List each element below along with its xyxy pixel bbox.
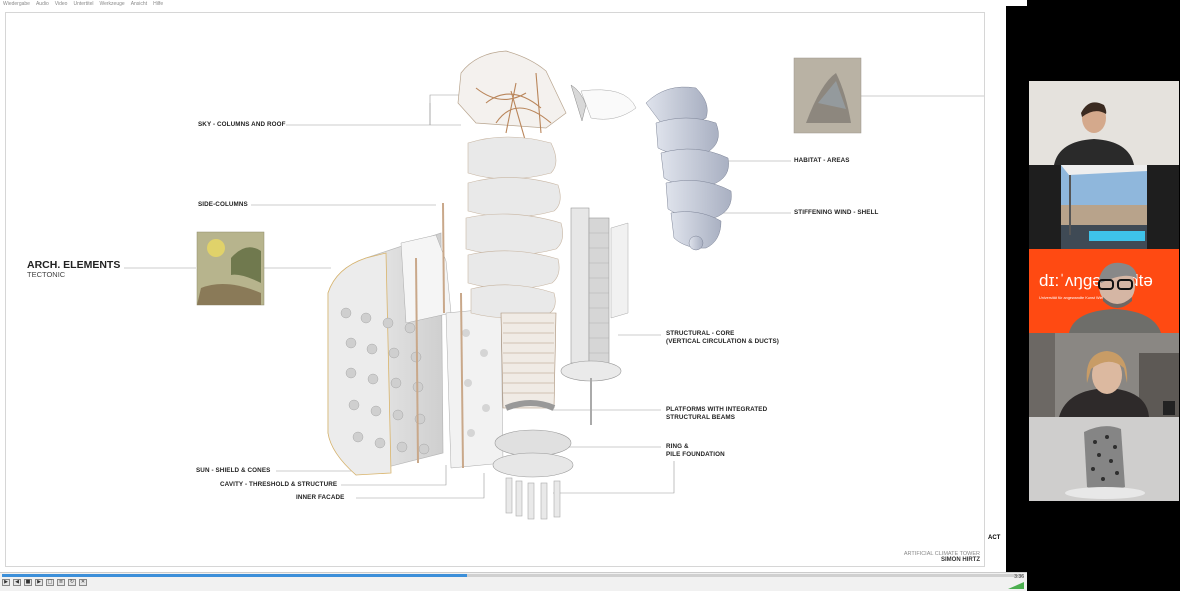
participant-tile-3[interactable]: dɪ:ˈʌŋɡəvandtə Universität für angewandt… xyxy=(1029,249,1179,333)
slide-subtitle: TECTONIC xyxy=(27,270,66,279)
label-cavity-threshold: CAVITY - THRESHOLD & STRUCTURE xyxy=(220,481,338,488)
label-structural-core-detail: (VERTICAL CIRCULATION & DUCTS) xyxy=(666,337,779,345)
shuffle-icon[interactable]: ✕ xyxy=(79,579,87,586)
label-pile-foundation: PILE FOUNDATION xyxy=(666,450,725,458)
label-ring: RING & xyxy=(666,443,689,450)
menu-item-view[interactable]: Ansicht xyxy=(131,0,147,8)
app: Wiedergabe Audio Video Untertitel Werkze… xyxy=(0,0,1180,591)
label-side-columns: SIDE-COLUMNS xyxy=(198,201,248,208)
participant-video-1 xyxy=(1029,81,1179,165)
label-platforms: PLATFORMS WITH INTEGRATED xyxy=(666,406,768,413)
label-sky-columns-roof: SKY - COLUMNS AND ROOF xyxy=(198,121,286,128)
tower-exploded-diagram xyxy=(124,50,984,520)
menu-item-audio[interactable]: Audio xyxy=(36,0,49,8)
player-menubar: Wiedergabe Audio Video Untertitel Werkze… xyxy=(0,0,1006,8)
menu-item-video[interactable]: Video xyxy=(55,0,68,8)
participant-video-2 xyxy=(1029,165,1179,249)
playback-time: 3:36 xyxy=(1014,574,1024,580)
participant-video-4 xyxy=(1029,333,1179,417)
reference-image-tectonic xyxy=(196,231,265,306)
label-inner-facade: INNER FACADE xyxy=(296,494,345,501)
label-platforms-detail: STRUCTURAL BEAMS xyxy=(666,413,735,421)
stop-icon[interactable]: ■ xyxy=(24,579,32,586)
volume-icon[interactable] xyxy=(1008,582,1024,589)
menu-item-playback[interactable]: Wiedergabe xyxy=(3,0,30,8)
menu-item-help[interactable]: Hilfe xyxy=(153,0,163,8)
participant-tile-4[interactable] xyxy=(1029,333,1179,417)
loop-icon[interactable]: ↻ xyxy=(68,579,76,586)
play-icon[interactable]: ▶ xyxy=(2,579,10,586)
participant-tile-5[interactable] xyxy=(1029,417,1179,501)
fullscreen-icon[interactable]: □ xyxy=(46,579,54,586)
seek-bar[interactable] xyxy=(2,574,1024,577)
presentation-window: Wiedergabe Audio Video Untertitel Werkze… xyxy=(0,0,1027,591)
window-edge xyxy=(1006,6,1027,572)
menu-item-tools[interactable]: Werkzeuge xyxy=(99,0,124,8)
menu-item-subtitles[interactable]: Untertitel xyxy=(73,0,93,8)
participant-tile-2[interactable] xyxy=(1029,165,1179,249)
participant-tile-1[interactable] xyxy=(1029,81,1179,165)
next-icon[interactable]: ▶ xyxy=(35,579,43,586)
player-control-bar: ▶ ◀ ■ ▶ □ ≡ ↻ ✕ 3:36 xyxy=(0,572,1027,591)
playlist-icon[interactable]: ≡ xyxy=(57,579,65,586)
label-structural-core: STRUCTURAL - CORE xyxy=(666,330,735,337)
participant-video-5 xyxy=(1029,417,1179,501)
label-stiffening-wind-shell: STIFFENING WIND - SHELL xyxy=(794,209,879,216)
participant-video-3 xyxy=(1069,262,1161,333)
reference-image-habitat xyxy=(793,57,862,134)
structural-core xyxy=(560,207,629,425)
label-habitat-areas: HABITAT - AREAS xyxy=(794,157,850,164)
ring-foundation xyxy=(492,400,574,520)
label-sun-shield-cones: SUN - SHIELD & CONES xyxy=(196,467,271,474)
act-label: ACT xyxy=(988,535,1001,541)
previous-icon[interactable]: ◀ xyxy=(13,579,21,586)
author-name: SIMON HIRTZ xyxy=(941,557,980,563)
habitat-areas xyxy=(645,86,732,251)
seek-bar-fill xyxy=(2,574,467,577)
title-block: ARTIFICIAL CLIMATE TOWER SIMON HIRTZ xyxy=(904,551,980,563)
presentation-slide: ARCH. ELEMENTS TECTONIC SKY - COLUMNS AN… xyxy=(5,12,985,567)
playback-controls: ▶ ◀ ■ ▶ □ ≡ ↻ ✕ xyxy=(2,579,87,586)
